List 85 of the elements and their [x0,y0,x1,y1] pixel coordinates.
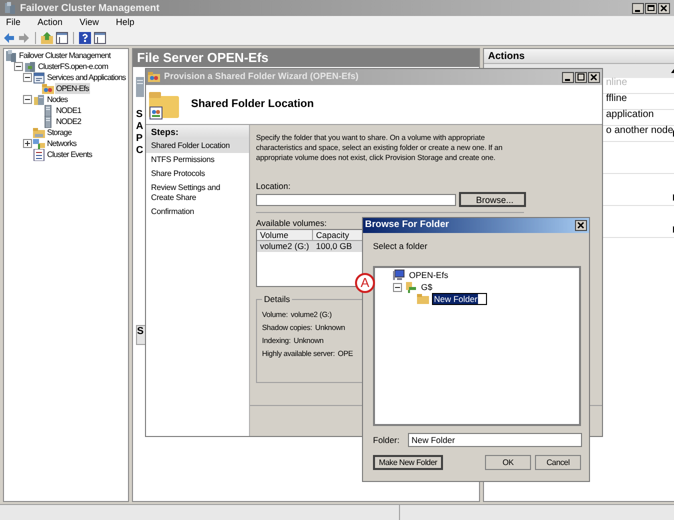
browse-button[interactable]: Browse... [459,192,526,207]
menu-item[interactable]: View [78,16,101,30]
tree-item[interactable]: ClusterFS.open-e.com [37,61,110,72]
prompt-text: Select a folder [373,241,428,251]
menu-item[interactable]: File [4,16,23,30]
table-cell-text: volume2 (G:) [259,241,310,252]
event-log-icon [33,148,45,160]
field-label: Available volumes: [256,218,327,229]
wizard-step[interactable]: NTFS Permissions [146,153,249,167]
wizard-step[interactable]: Share Protocols [146,167,249,181]
dialog-title: Browse For Folder [365,218,449,232]
action-link[interactable]: o another node [606,123,674,138]
shared-drive-icon [405,281,417,293]
wizard-step[interactable]: Review Settings and Create Share [146,181,249,205]
collapse-icon[interactable] [14,62,23,71]
minimize-button[interactable] [562,72,574,82]
steps-heading: Steps: [146,125,249,139]
field-label: Location: [256,181,290,192]
label-fragment: P [136,133,144,145]
back-icon[interactable] [3,32,15,44]
pane-title: File Server OPEN-Efs [133,49,479,67]
dialog-button[interactable]: OK [485,455,531,470]
wizard-step[interactable]: Shared Folder Location [146,139,249,153]
shared-folder-icon [42,82,54,94]
maximize-button[interactable] [575,72,587,82]
action-link[interactable]: application [606,107,654,122]
collapse-icon[interactable] [23,73,32,82]
shared-folder-icon [148,71,160,83]
table-cell-text: 100,0 GB [315,241,353,252]
network-icon [33,138,45,150]
server-icon [136,77,144,97]
column-header[interactable]: Volume [257,230,313,241]
collapse-icon[interactable] [23,95,32,104]
menu-item[interactable]: Help [114,16,136,30]
cluster-icon [4,2,16,14]
wizard-step[interactable]: Confirmation [146,205,249,219]
tree-item[interactable]: Networks [46,138,78,149]
menu-item[interactable]: Action [36,16,65,30]
window-title: Failover Cluster Management [20,2,160,16]
folder-icon [417,293,429,305]
tree-item[interactable]: Failover Cluster Management [18,50,112,61]
dialog-button[interactable]: Make New Folder [373,455,443,470]
minimize-button[interactable] [632,2,644,14]
field-label: Folder: [373,434,400,446]
servers-icon [33,94,45,106]
section-header: S [136,325,146,345]
label-fragment: C [136,145,144,157]
tree-item[interactable]: NODE1 [55,105,82,116]
tree-item[interactable]: G$ [420,282,434,292]
window-title: Provision a Shared Folder Wizard (OPEN-Efs) [164,70,358,84]
folder-icon [149,90,179,120]
tree-item[interactable]: Cluster Events [46,149,94,160]
cluster-icon [5,50,17,62]
window-icon [33,72,45,84]
server-icon [42,104,54,116]
dialog-button[interactable]: Cancel [535,455,581,470]
tree-item[interactable]: NODE2 [55,116,82,127]
server-icon [42,116,54,128]
expand-icon[interactable] [23,139,32,148]
maximize-button[interactable] [645,2,657,14]
tree-item[interactable]: Services and Applications [46,72,127,83]
up-folder-icon[interactable] [41,32,53,44]
folder-field[interactable]: New Folder [408,433,582,447]
folder-icon [33,126,45,138]
tree-item[interactable]: OPEN-Efs [408,270,450,280]
label-fragment: S [136,109,144,121]
cluster-icon [24,60,36,72]
collapse-icon[interactable] [393,282,402,292]
location-field[interactable] [256,194,456,206]
tree-item[interactable]: Nodes [46,94,69,105]
computer-icon [393,269,405,281]
panel-icon[interactable] [56,32,68,44]
pane-title: Actions [484,49,674,64]
group-title: Details [262,294,292,304]
tree-item[interactable]: OPEN-Efs [55,83,90,94]
rename-field[interactable]: New Folder [432,293,488,305]
tree-item[interactable]: Storage [46,127,73,138]
wizard-heading: Shared Folder Location [191,97,314,112]
panel-icon[interactable] [94,32,106,44]
close-button[interactable] [658,2,670,14]
close-button[interactable] [575,220,587,231]
label-fragment: A [136,121,144,133]
help-icon[interactable] [79,32,91,44]
action-link[interactable]: ffline [606,91,627,106]
close-button[interactable] [588,72,600,82]
